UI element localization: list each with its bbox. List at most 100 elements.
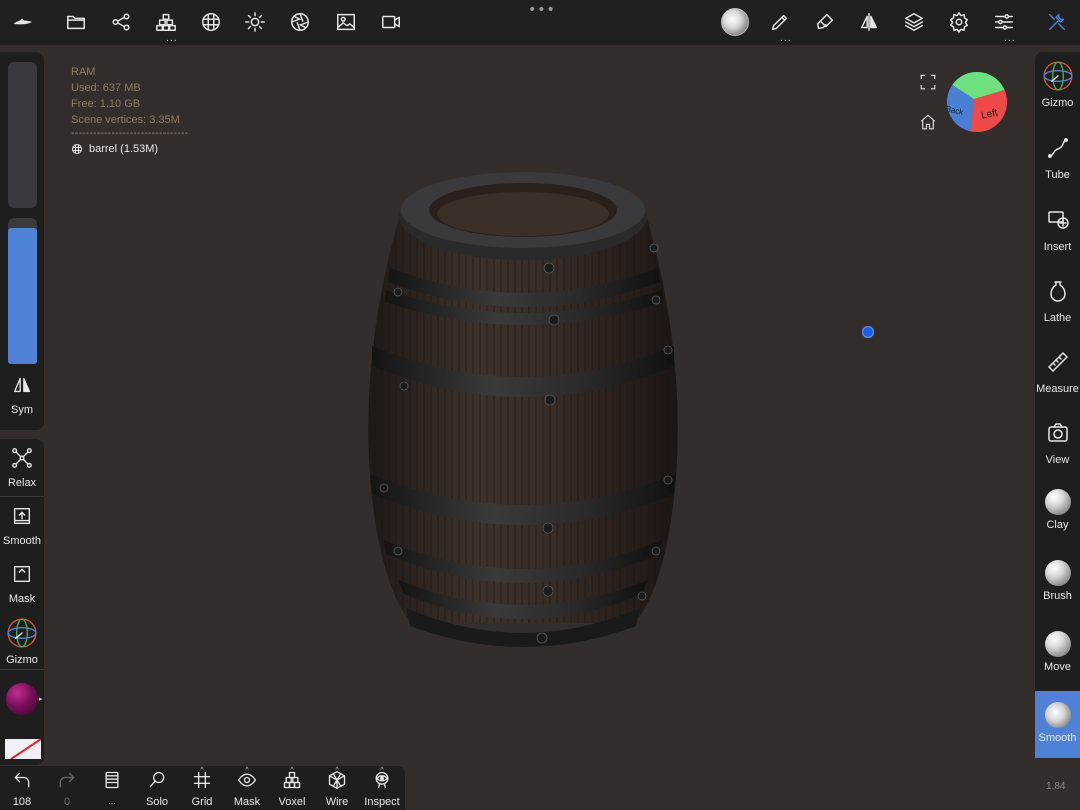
tube-tool[interactable]: Tube [1035,136,1080,181]
smooth-tool[interactable]: Smooth [0,505,44,547]
gizmo-right-label: Gizmo [1041,97,1074,109]
move-label: Move [1044,661,1071,673]
wire-button[interactable]: ^ Wire [315,767,359,808]
left-slider-panel: Sym [0,52,44,430]
relax-label: Relax [7,477,37,489]
scene-graph-icon[interactable] [109,10,133,34]
nomad-logo-icon[interactable] [11,10,35,34]
mesh-entry[interactable]: barrel (1.53M) [71,143,158,155]
undo-button[interactable]: 108 [0,770,44,808]
mask-tool[interactable]: Mask [0,563,44,605]
grid-caret-icon: ^ [200,767,204,774]
left-tool-panel: Relax Smooth Mask Gizmo ▸ [0,439,44,765]
mesh-icon [72,144,82,154]
light-handle[interactable] [862,326,874,338]
mask-view-button[interactable]: ^ Mask [225,767,269,808]
tube-icon [1047,138,1068,158]
insert-tool[interactable]: Insert [1035,208,1080,253]
lathe-tool[interactable]: Lathe [1035,279,1080,324]
home-icon[interactable] [919,113,937,131]
symmetry-icon [13,377,31,393]
pencil-more: ... [780,34,792,44]
ram-label: RAM [71,66,96,78]
ram-free: Free: 1.10 GB [71,98,141,110]
clay-label: Clay [1046,519,1069,531]
grid-button[interactable]: ^ Grid [180,767,224,808]
clay-tool[interactable]: Clay [1035,489,1080,531]
smooth-label: Smooth [3,535,41,547]
smooth-tool-right[interactable]: Smooth [1035,691,1080,758]
stats-divider: -------------------------------- [71,127,189,139]
folder-icon[interactable] [64,10,88,34]
memory-stats: RAM Used: 637 MB Free: 1.10 GB Scene ver… [71,64,189,139]
scene-vertices: Scene vertices: 3.35M [71,114,180,126]
camera-icon [1047,423,1068,442]
symmetry-icon[interactable] [857,10,881,34]
navigation-cube[interactable]: Left Back [946,71,1008,133]
settings-icon[interactable] [947,10,971,34]
relax-tool[interactable]: Relax [0,447,44,489]
mask-icon [13,565,31,583]
mesh-name: barrel (1.53M) [89,143,159,155]
lathe-icon [1049,281,1066,302]
material-sphere-icon[interactable] [199,10,223,34]
texture-swatch[interactable] [5,739,41,759]
material-swatch[interactable] [6,683,38,715]
barrel-mesh[interactable] [362,168,684,653]
measure-tool[interactable]: Measure [1035,350,1080,395]
camera-aperture-icon[interactable] [288,10,312,34]
material-caret-icon: ▸ [39,696,43,703]
mask-label: Mask [8,593,36,605]
move-tool[interactable]: Move [1035,631,1080,673]
grid-label: Grid [191,796,213,808]
gizmo-icon [7,618,37,648]
gizmo-label: Gizmo [6,654,38,666]
history-more: ... [108,796,116,806]
paint-brush-icon[interactable] [813,10,837,34]
radius-slider[interactable] [8,62,37,208]
voxel-button[interactable]: ^ Voxel [270,767,314,808]
gizmo-tool[interactable]: Gizmo [0,617,44,666]
inspect-caret-icon: ^ [380,767,384,774]
redo-icon [59,772,75,788]
gizmo-tool-right[interactable]: Gizmo [1035,60,1080,109]
book-icon [105,771,119,789]
measure-label: Measure [1036,383,1079,395]
primitives-more: ... [166,34,178,44]
brush-alpha-icon[interactable] [720,7,750,37]
move-brush-icon [1044,631,1071,657]
sym-toggle[interactable]: Sym [0,374,44,416]
history-button[interactable]: ... [90,770,134,806]
undo-icon [14,772,30,788]
layers-icon[interactable] [902,10,926,34]
inspect-button[interactable]: ^ Inspect [360,767,404,808]
redo-button[interactable]: 0 [45,770,89,808]
wire-caret-icon: ^ [335,767,339,774]
version-label: 1.84 [1046,781,1066,792]
top-toolbar: ••• ... ... ... [0,0,1080,45]
pencil-icon[interactable] [768,10,792,34]
video-icon[interactable] [379,10,403,34]
insert-icon [1047,211,1069,229]
voxel-label: Voxel [278,796,306,808]
fullscreen-icon[interactable] [919,73,937,91]
primitives-icon[interactable] [154,10,178,34]
brush-tool[interactable]: Brush [1035,560,1080,602]
light-icon[interactable] [243,10,267,34]
smooth-brush-icon [1044,702,1071,728]
solo-label: Solo [145,796,169,808]
view-tool[interactable]: View [1035,421,1080,466]
image-icon[interactable] [334,10,358,34]
solo-button[interactable]: Solo [135,770,179,808]
no-texture-icon [10,739,41,759]
top-handle[interactable]: ••• [528,2,556,18]
lathe-label: Lathe [1043,312,1072,324]
voxel-caret-icon: ^ [290,767,294,774]
sliders-more: ... [1004,34,1016,44]
relax-icon [12,448,32,468]
tools-icon[interactable] [1045,10,1069,34]
inspect-label: Inspect [364,796,400,808]
clay-brush-icon [1044,489,1071,515]
bottom-toolbar: 108 0 ... Solo ^ Grid ^ Mask ^ Voxel ^ W… [0,766,405,810]
sliders-icon[interactable] [992,10,1016,34]
